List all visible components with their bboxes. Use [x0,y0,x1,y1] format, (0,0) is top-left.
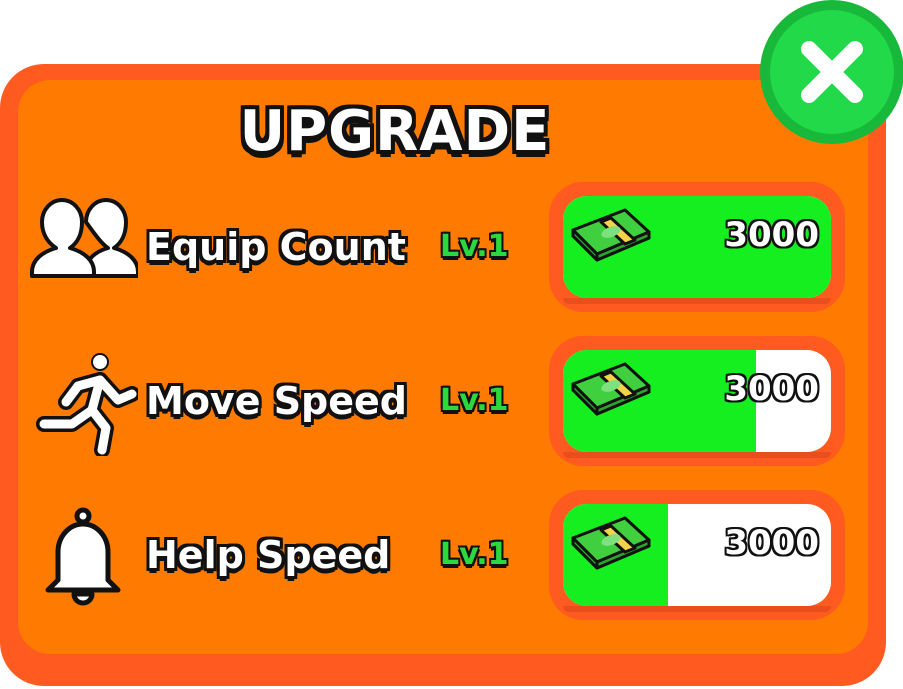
two-users-icon [30,198,138,278]
running-person-icon [36,353,138,456]
bell-icon [45,507,121,606]
upgrade-price: 3000 [724,215,819,255]
upgrade-label: Equip Count [146,225,406,269]
close-button[interactable] [760,0,903,144]
upgrade-row-equip-count: Equip Count Lv.1 3000 [0,182,886,312]
upgrade-row-help-speed: Help Speed Lv.1 3000 [0,490,886,620]
upgrade-row-move-speed: Move Speed Lv.1 3000 [0,336,886,466]
button-shadow [563,298,831,304]
panel-title: UPGRADE [239,99,551,164]
upgrade-price: 3000 [724,523,819,563]
upgrade-level: Lv.1 [440,537,509,572]
upgrade-level: Lv.1 [440,383,509,418]
cash-stack-icon [571,516,651,570]
button-shadow [563,452,831,458]
close-x-icon [801,41,863,103]
upgrade-buy-button[interactable]: 3000 [549,182,845,312]
cash-stack-icon [571,362,651,416]
upgrade-label: Help Speed [146,533,391,577]
upgrade-buy-button[interactable]: 3000 [549,336,845,466]
upgrade-buy-button[interactable]: 3000 [549,490,845,620]
upgrade-level: Lv.1 [440,229,509,264]
upgrade-price: 3000 [724,369,819,409]
button-shadow [563,606,831,612]
cash-stack-icon [571,208,651,262]
upgrade-label: Move Speed [146,379,408,423]
